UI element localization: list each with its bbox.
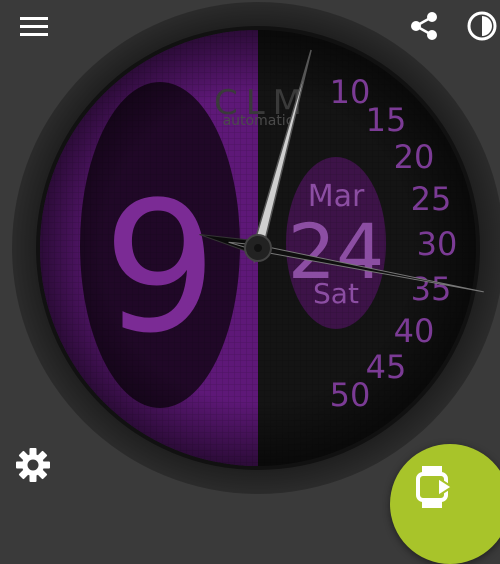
send-to-watch-button[interactable] bbox=[390, 444, 500, 564]
minute-label: 45 bbox=[366, 348, 407, 386]
hamburger-menu-icon bbox=[20, 17, 48, 36]
minute-label: 30 bbox=[417, 225, 458, 263]
date-weekday: Sat bbox=[313, 277, 359, 310]
share-icon bbox=[411, 12, 437, 40]
minute-label: 35 bbox=[411, 270, 452, 308]
minute-label: 50 bbox=[330, 376, 371, 414]
minute-label: 40 bbox=[394, 312, 435, 350]
settings-button[interactable] bbox=[12, 444, 54, 486]
minute-label: 10 bbox=[330, 73, 371, 111]
minute-label: 15 bbox=[366, 101, 407, 139]
menu-button[interactable] bbox=[14, 10, 54, 42]
theme-button[interactable] bbox=[462, 6, 500, 46]
share-button[interactable] bbox=[404, 6, 444, 46]
minute-label: 20 bbox=[394, 138, 435, 176]
gear-icon bbox=[16, 448, 50, 482]
half-moon-icon bbox=[467, 11, 497, 41]
watch-face-preview: CLM automatic 9 Mar 24 Sat 10 15 20 25 3… bbox=[12, 2, 500, 494]
brand-subtitle: automatic bbox=[223, 113, 294, 129]
minute-label: 25 bbox=[411, 180, 452, 218]
watch-sync-icon bbox=[416, 466, 454, 508]
hour-digit: 9 bbox=[103, 164, 218, 373]
